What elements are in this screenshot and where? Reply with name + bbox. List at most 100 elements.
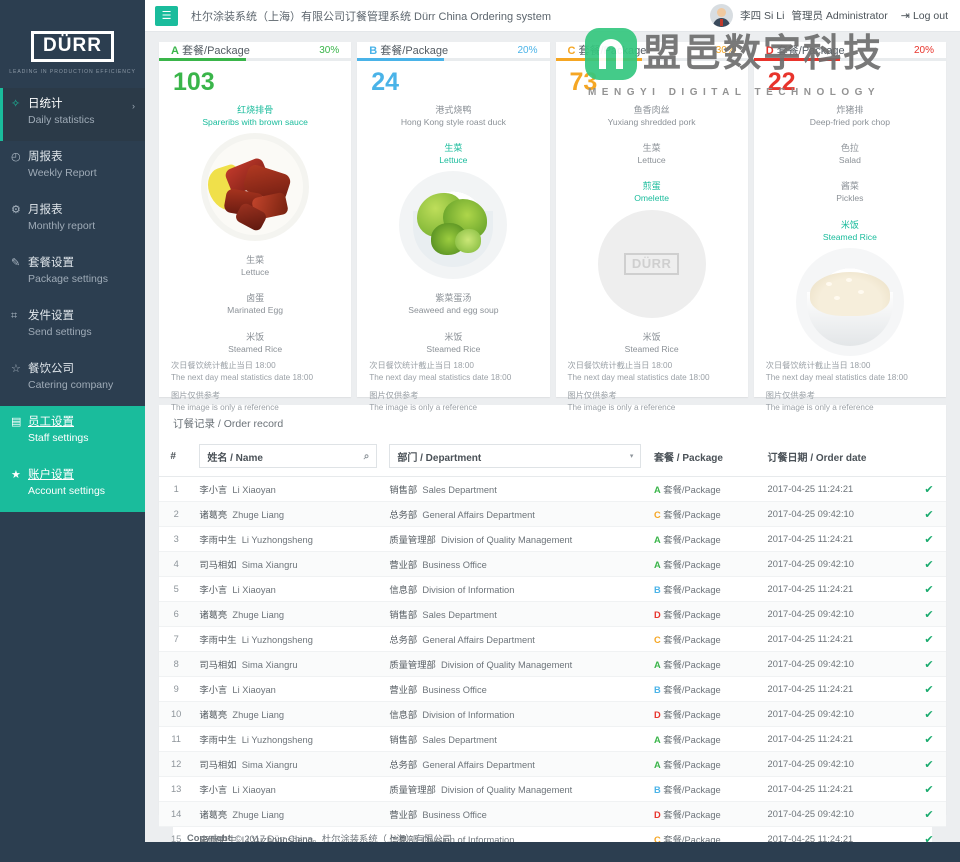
cell-status-check-icon[interactable]: ✔ <box>912 702 946 727</box>
table-row[interactable]: 3李雨中生 Li Yuzhongsheng质量管理部 Division of Q… <box>159 527 946 552</box>
sidebar-item-label-en: Monthly report <box>28 220 95 234</box>
name-search-input[interactable]: 姓名 / Name ⌕ <box>199 444 377 468</box>
avatar[interactable] <box>710 4 733 27</box>
cell-name: 李小言 Li Xiaoyan <box>193 777 383 802</box>
sidebar-item-catering-company[interactable]: ☆餐饮公司Catering company <box>0 353 145 406</box>
cell-status-check-icon[interactable]: ✔ <box>912 802 946 827</box>
table-row[interactable]: 10诸葛亮 Zhuge Liang信息部 Division of Informa… <box>159 702 946 727</box>
dish-name-cn: 米饭 <box>754 219 946 231</box>
sidebar-item-daily-statistics[interactable]: ✧日统计Daily statistics› <box>0 88 145 141</box>
image-note-cn: 图片仅供参考 <box>369 390 537 402</box>
table-row[interactable]: 7李雨中生 Li Yuzhongsheng总务部 General Affairs… <box>159 627 946 652</box>
package-cards: A 套餐/Package30%103红烧排骨Spareribs with bro… <box>159 42 946 397</box>
menu-toggle-button[interactable]: ☰ <box>155 6 178 26</box>
image-note-en: The image is only a reference <box>568 402 736 414</box>
cell-name: 李小言 Li Xiaoyan <box>193 677 383 702</box>
table-row[interactable]: 9李小言 Li Xiaoyan营业部 Business OfficeB 套餐/P… <box>159 677 946 702</box>
table-row[interactable]: 8司马相如 Sima Xiangru质量管理部 Division of Qual… <box>159 652 946 677</box>
cell-status-check-icon[interactable]: ✔ <box>912 577 946 602</box>
dish-item: 鱼香肉丝Yuxiang shredded pork <box>556 95 748 128</box>
package-card-count: 73 <box>556 61 748 95</box>
sidebar-item-weekly-report[interactable]: ◴周报表Weekly Report <box>0 141 145 194</box>
package-card-percent: 20% <box>914 45 934 56</box>
sidebar-item-send-settings[interactable]: ⌗发件设置Send settings <box>0 300 145 353</box>
cell-package: B 套餐/Package <box>648 577 762 602</box>
cell-order-date: 2017-04-25 11:24:21 <box>762 527 912 552</box>
dish-name-en: Lettuce <box>556 154 748 166</box>
cell-order-date: 2017-04-25 11:24:21 <box>762 477 912 502</box>
department-select[interactable]: 部门 / Department ▾ <box>389 444 641 468</box>
dish-name-cn: 米饭 <box>556 331 748 343</box>
sidebar-item-text: 餐饮公司Catering company <box>28 362 113 393</box>
card-underline-active <box>556 58 643 61</box>
cell-department: 营业部 Business Office <box>383 677 648 702</box>
logout-button[interactable]: ⇥ Log out <box>901 9 948 22</box>
cell-order-date: 2017-04-25 09:42:10 <box>762 502 912 527</box>
sidebar-item-text: 套餐设置Package settings <box>28 256 108 287</box>
package-card-header: C 套餐/Package30% <box>556 42 748 61</box>
deadline-note-cn: 次日餐饮统计截止当日 18:00 <box>369 360 537 372</box>
cell-package: A 套餐/Package <box>648 552 762 577</box>
cell-index: 3 <box>159 527 193 552</box>
sidebar-item-label-en: Account settings <box>28 485 105 499</box>
star-outline-icon: ☆ <box>11 362 28 377</box>
table-row[interactable]: 2诸葛亮 Zhuge Liang总务部 General Affairs Depa… <box>159 502 946 527</box>
dish-name-en: Yuxiang shredded pork <box>556 116 748 128</box>
name-search-placeholder: 姓名 / Name <box>207 449 263 464</box>
cell-status-check-icon[interactable]: ✔ <box>912 602 946 627</box>
dish-item: 米饭Steamed Rice <box>556 322 748 355</box>
cell-name: 诸葛亮 Zhuge Liang <box>193 502 383 527</box>
department-select-label: 部门 / Department <box>397 449 481 464</box>
dish-item: 炸猪排Deep-fried pork chop <box>754 95 946 128</box>
cell-status-check-icon[interactable]: ✔ <box>912 502 946 527</box>
dish-name-en: Deep-fried pork chop <box>754 116 946 128</box>
dish-name-cn: 鱼香肉丝 <box>556 104 748 116</box>
cell-status-check-icon[interactable]: ✔ <box>912 752 946 777</box>
user-name: 李四 Si Li <box>740 8 784 23</box>
package-card-a[interactable]: A 套餐/Package30%103红烧排骨Spareribs with bro… <box>159 42 351 397</box>
sidebar-item-text: 发件设置Send settings <box>28 309 92 340</box>
table-row[interactable]: 14诸葛亮 Zhuge Liang营业部 Business OfficeD 套餐… <box>159 802 946 827</box>
dish-image: DÜRR <box>598 210 706 318</box>
package-card-c[interactable]: C 套餐/Package30%73鱼香肉丝Yuxiang shredded po… <box>556 42 748 397</box>
dish-name-en: Lettuce <box>159 266 351 278</box>
cell-department: 营业部 Business Office <box>383 802 648 827</box>
table-row[interactable]: 6诸葛亮 Zhuge Liang销售部 Sales DepartmentD 套餐… <box>159 602 946 627</box>
cell-index: 1 <box>159 477 193 502</box>
topbar: ☰ 杜尔涂装系统（上海）有限公司订餐管理系统 Dürr China Orderi… <box>145 0 960 32</box>
cell-index: 7 <box>159 627 193 652</box>
package-card-d[interactable]: D 套餐/Package20%22炸猪排Deep-fried pork chop… <box>754 42 946 397</box>
cell-status-check-icon[interactable]: ✔ <box>912 527 946 552</box>
table-row[interactable]: 11李雨中生 Li Yuzhongsheng销售部 Sales Departme… <box>159 727 946 752</box>
table-row[interactable]: 12司马相如 Sima Xiangru总务部 General Affairs D… <box>159 752 946 777</box>
table-row[interactable]: 5李小言 Li Xiaoyan信息部 Division of Informati… <box>159 577 946 602</box>
table-row[interactable]: 4司马相如 Sima Xiangru营业部 Business OfficeA 套… <box>159 552 946 577</box>
cell-package: D 套餐/Package <box>648 702 762 727</box>
sidebar-item-monthly-report[interactable]: ⚙月报表Monthly report <box>0 194 145 247</box>
dish-name-cn: 生菜 <box>357 142 549 154</box>
dish-item: 色拉Salad <box>754 133 946 166</box>
cell-status-check-icon[interactable]: ✔ <box>912 652 946 677</box>
sidebar-item-package-settings[interactable]: ✎套餐设置Package settings <box>0 247 145 300</box>
table-row[interactable]: 1李小言 Li Xiaoyan销售部 Sales DepartmentA 套餐/… <box>159 477 946 502</box>
cell-status-check-icon[interactable]: ✔ <box>912 727 946 752</box>
package-card-percent: 30% <box>319 45 339 56</box>
cell-status-check-icon[interactable]: ✔ <box>912 552 946 577</box>
sidebar-item-staff-settings[interactable]: ▤员工设置Staff settings <box>0 406 145 459</box>
cell-status-check-icon[interactable]: ✔ <box>912 677 946 702</box>
dish-name-cn: 紫菜蛋汤 <box>357 292 549 304</box>
cell-index: 14 <box>159 802 193 827</box>
cell-status-check-icon[interactable]: ✔ <box>912 627 946 652</box>
sidebar-item-label-cn: 发件设置 <box>28 309 92 324</box>
cell-index: 12 <box>159 752 193 777</box>
sidebar-item-label-cn: 月报表 <box>28 203 95 218</box>
table-row[interactable]: 13李小言 Li Xiaoyan质量管理部 Division of Qualit… <box>159 777 946 802</box>
package-card-footer: 次日餐饮统计截止当日 18:00The next day meal statis… <box>159 360 351 433</box>
package-card-b[interactable]: B 套餐/Package20%24港式烧鸭Hong Kong style roa… <box>357 42 549 397</box>
dish-item: 煎蛋Omelette <box>556 171 748 204</box>
cell-status-check-icon[interactable]: ✔ <box>912 477 946 502</box>
cell-name: 李雨中生 Li Yuzhongsheng <box>193 527 383 552</box>
cell-status-check-icon[interactable]: ✔ <box>912 777 946 802</box>
cell-status-check-icon[interactable]: ✔ <box>912 827 946 843</box>
sidebar-item-account-settings[interactable]: ★账户设置Account settings <box>0 459 145 512</box>
